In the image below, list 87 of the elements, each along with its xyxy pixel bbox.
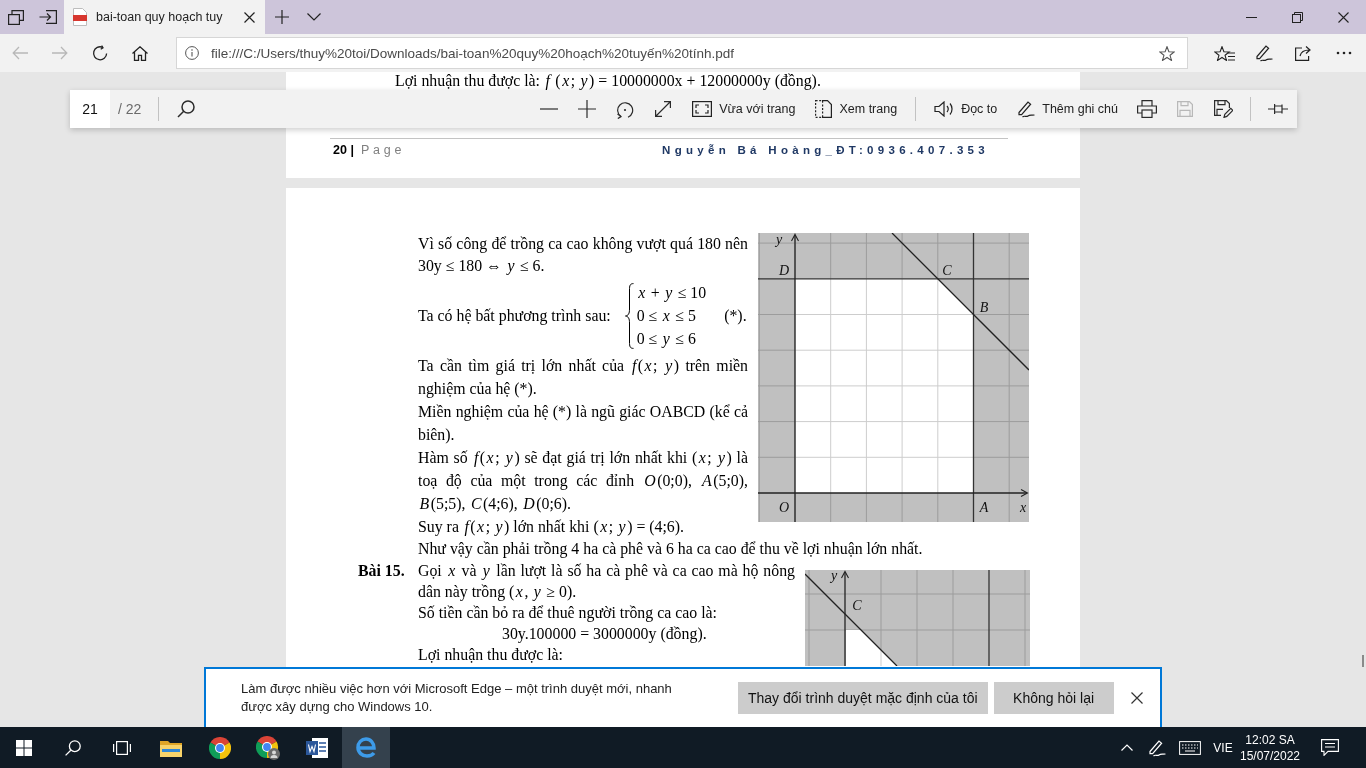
paragraph: Hàm số f(x; y) sẽ đạt giá trị lớn nhất khi (x; y) là toạ độ của một trong các đỉnh O(0;0), A(5;0), B(5;5), C(4;6), D(0;6). — [418, 448, 748, 515]
equation: x + y ≤ 10 — [637, 283, 707, 304]
paragraph: Lợi nhuận thu được là: — [418, 645, 565, 665]
point-label: D — [778, 263, 790, 278]
read-aloud-button[interactable]: Đọc to — [924, 90, 1008, 128]
paragraph: Ta cần tìm giá trị lớn nhất của f(x; y) trên miền nghiệm của hệ (*). — [418, 356, 748, 400]
set-default-browser-button[interactable]: Thay đổi trình duyệt mặc định của tôi — [738, 682, 988, 714]
close-icon[interactable] — [1337, 11, 1349, 23]
axis-label: y — [830, 570, 838, 583]
pen-icon[interactable] — [1148, 738, 1166, 757]
plus-icon[interactable] — [275, 10, 289, 24]
language-indicator[interactable]: VIE — [1213, 740, 1233, 755]
paragraph: Ta có hệ bất phương trình sau: — [418, 306, 611, 327]
print-icon[interactable] — [1137, 100, 1157, 118]
notification-message: Làm được nhiều việc hơn với Microsoft Edge – một trình duyệt mới, nhanh được xây dựng cho Windows 10. — [241, 680, 673, 716]
document-tile-icon — [306, 737, 329, 758]
favorites-list-icon[interactable] — [1213, 45, 1235, 61]
speaker-icon — [934, 101, 955, 117]
taskbar-button[interactable] — [341, 727, 391, 768]
folder-icon — [159, 738, 182, 757]
page-number-field[interactable]: 21 — [70, 90, 110, 128]
keyboard-icon[interactable] — [1179, 740, 1201, 755]
fullscreen-icon[interactable] — [655, 101, 672, 117]
paragraph: Như vậy cần phải trồng 4 ha cà phê và 6 ha ca cao để thu về lợi nhuận lớn nhất. — [418, 539, 924, 560]
equation: 0 ≤ x ≤ 5 — [636, 306, 696, 326]
paragraph: Số tiền cần bỏ ra để thuê người trồng ca cao là: — [418, 603, 718, 623]
pen-icon — [1017, 100, 1036, 118]
paragraph: Vì số công để trồng ca cao không vượt quá 180 nên 30y ≤ 180 ⇔ y ≤ 6. — [418, 234, 748, 277]
close-icon[interactable] — [244, 11, 255, 23]
share-icon[interactable] — [1295, 45, 1313, 61]
paragraph: Miền nghiệm của hệ (*) là ngũ giác OABCD (kể cả biên). — [418, 402, 748, 445]
address-field[interactable]: file:///C:/Users/thuy%20toi/Downloads/bai-toan%20quy%20hoạch%20tuyến%20tính.pdf — [176, 37, 1188, 69]
page-number: 20 | — [333, 143, 354, 157]
formula: 30y.100000 = 3000000y (đồng). — [502, 624, 707, 644]
tricolor-circle-badge-icon — [256, 735, 281, 760]
close-icon[interactable] — [1130, 692, 1143, 704]
star-icon[interactable] — [1159, 45, 1175, 61]
fit-page-icon — [692, 101, 713, 117]
arrow-into-box-icon[interactable] — [39, 10, 57, 24]
point-label: C — [852, 598, 862, 613]
tricolor-circle-icon — [208, 736, 231, 759]
point-label: C — [942, 263, 952, 278]
home-icon[interactable] — [132, 45, 148, 61]
author-footer: Nguyễn Bá Hoàng_ĐT:0936.407.353 — [662, 143, 989, 157]
page-view-icon — [815, 100, 833, 118]
clock-time[interactable]: 12:02 SA — [1245, 731, 1295, 748]
add-notes-button[interactable]: Thêm ghi chú — [1007, 90, 1128, 128]
pin-icon[interactable] — [1268, 103, 1288, 115]
refresh-icon[interactable] — [92, 45, 108, 61]
equation-tag: (*). — [724, 304, 747, 327]
task-view-icon[interactable] — [113, 739, 131, 756]
caret-up-icon[interactable] — [1121, 744, 1133, 751]
start-icon[interactable] — [16, 739, 33, 756]
more-icon[interactable] — [1336, 51, 1352, 55]
zoom-in-icon[interactable] — [578, 100, 597, 118]
fit-to-page-button[interactable]: Vừa với trang — [682, 90, 806, 128]
browser-tab[interactable]: bai-toan quy hoạch tuy — [64, 0, 265, 34]
restore-icon[interactable] — [1291, 11, 1303, 23]
point-label: A — [979, 500, 989, 515]
scrollbar-thumb[interactable] — [1362, 655, 1364, 667]
axis-label: y — [775, 233, 783, 247]
page-view-button[interactable]: Xem trang — [805, 90, 908, 128]
axis-label: x — [1019, 500, 1027, 515]
search-icon[interactable] — [65, 739, 82, 756]
swirl-icon — [354, 736, 377, 759]
save-as-icon[interactable] — [1213, 100, 1233, 118]
overlapping-windows-icon[interactable] — [8, 9, 24, 25]
pen-icon[interactable] — [1255, 44, 1273, 62]
point-label: B — [979, 300, 989, 315]
paragraph: Gọi x và y lần lượt là số ha cà phê và ca cao mà hộ nông dân này trồng (x, y ≥ 0). — [418, 561, 795, 602]
page-label: Page — [360, 143, 406, 157]
paragraph: Suy ra f(x; y) lớn nhất khi (x; y) = (4;6). — [418, 517, 686, 538]
minimize-icon[interactable] — [1245, 16, 1257, 18]
rotate-icon[interactable] — [616, 99, 635, 119]
equation: 0 ≤ y ≤ 6 — [636, 329, 696, 350]
chevron-down-icon[interactable] — [307, 13, 321, 21]
curly-brace-icon — [624, 282, 634, 349]
document-icon — [73, 8, 87, 26]
clock-date[interactable]: 15/07/2022 — [1239, 747, 1301, 764]
dont-ask-again-button[interactable]: Không hỏi lại — [993, 682, 1114, 714]
page-count: / 22 — [118, 101, 142, 117]
message-icon[interactable] — [1321, 739, 1339, 756]
exercise-label: Bài 15. — [358, 561, 406, 581]
point-label: O — [778, 500, 790, 515]
paragraph: Lợi nhuận thu được là: f (x; y) = 10000000x + 12000000y (đồng). — [395, 72, 821, 90]
info-icon[interactable] — [185, 46, 199, 60]
search-icon[interactable] — [177, 100, 196, 118]
